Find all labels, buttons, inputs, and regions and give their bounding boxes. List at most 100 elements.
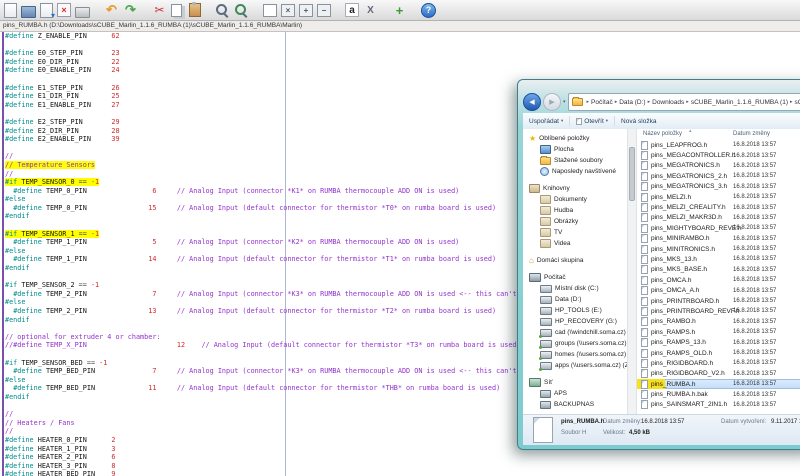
sidebar-item-dom-c-skupina[interactable]: ⌂Domácí skupina [523,255,627,266]
file-row[interactable]: pins_RAMPS_OLD.h16.8.2018 13:57 [637,348,800,358]
cut-icon[interactable]: ✂ [152,3,167,18]
file-row[interactable]: pins_OMCA.h16.8.2018 13:57 [637,275,800,285]
sidebar-item-po-ta[interactable]: Počítač [523,272,627,283]
file-row[interactable]: pins_RIGIDBOARD.h16.8.2018 13:57 [637,358,800,368]
file-name: pins_PRINTRBOARD_REVF.h [651,308,740,315]
sidebar-item-label: Knihovny [543,185,570,192]
history-dropdown-icon[interactable]: ▾ [563,99,566,105]
file-row[interactable]: pins_MEGATRONICS_3.h16.8.2018 13:57 [637,182,800,192]
back-button[interactable]: ◀ [523,93,541,111]
file-row[interactable]: pins_RUMBA.h16.8.2018 13:57 [637,379,800,389]
organize-button[interactable]: Uspořádat▾ [529,118,563,125]
undo-icon[interactable]: ↶ [104,3,119,18]
sidebar-item-homes-users-soma-cz[interactable]: homes (\\users.soma.cz) [523,349,627,360]
forward-button[interactable]: ▶ [543,93,561,111]
file-row[interactable]: pins_PRINTRBOARD.h16.8.2018 13:57 [637,296,800,306]
new-folder-button[interactable]: Nová složka [621,118,656,125]
redo-icon[interactable]: ↷ [123,3,138,18]
new-file-icon[interactable] [4,3,17,18]
breadcrumb-item[interactable]: Počítač [591,99,613,106]
file-row[interactable]: pins_MEGACONTROLLER.h16.8.2018 13:57 [637,150,800,160]
open-folder-icon[interactable] [21,6,36,18]
file-name: pins_SAINSMART_2IN1.h [651,401,727,408]
sidebar-item-obr-zky[interactable]: Obrázky [523,216,627,227]
find-files-icon[interactable] [234,3,249,18]
open-button[interactable]: Otevřít▾ [576,118,608,125]
drive-icon [540,296,552,304]
tools-icon[interactable]: X [363,3,378,18]
close-window-icon[interactable]: × [281,4,295,17]
file-date: 16.8.2018 13:57 [733,288,776,294]
file-row[interactable]: pins_RAMBO.h16.8.2018 13:57 [637,317,800,327]
sidebar-item-dokumenty[interactable]: Dokumenty [523,194,627,205]
file-row[interactable]: pins_RAMPS.h16.8.2018 13:57 [637,327,800,337]
file-date: 16.8.2018 13:57 [733,402,776,408]
sidebar-item-tv[interactable]: TV [523,227,627,238]
new-window-icon[interactable] [263,4,277,17]
file-row[interactable]: pins_RUMBA.h.bak16.8.2018 13:57 [637,389,800,399]
file-row[interactable]: pins_MINIRAMBO.h16.8.2018 13:57 [637,234,800,244]
editor-tab[interactable]: pins_RUMBA.h (D:\Downloads\sCUBE_Marlin_… [0,21,800,31]
font-icon[interactable]: a [345,3,359,17]
file-list-header: Název položky ▴ Datum změny [637,129,800,140]
file-icon-large [533,417,553,443]
file-row[interactable]: pins_RAMPS_13.h16.8.2018 13:57 [637,337,800,347]
file-icon [641,151,648,160]
sidebar-item-obl-ben-polo-ky[interactable]: ★Oblíbené položky [523,133,627,144]
sidebar-item-data-d[interactable]: Data (D:) [523,294,627,305]
file-date: 16.8.2018 13:57 [733,184,776,190]
file-row[interactable]: pins_MEGATRONICS.h16.8.2018 13:57 [637,161,800,171]
close-file-icon[interactable]: × [57,3,71,17]
file-row[interactable]: pins_MEGATRONICS_2.h16.8.2018 13:57 [637,171,800,181]
file-row[interactable]: pins_MINITRONICS.h16.8.2018 13:57 [637,244,800,254]
restore-icon[interactable]: − [317,4,331,17]
breadcrumb-item[interactable]: sCUBE_Marlin_1.1.6_RUMBA [795,99,800,106]
sidebar-scrollbar[interactable] [627,129,637,414]
file-row[interactable]: pins_PRINTRBOARD_REVF.h16.8.2018 13:57 [637,306,800,316]
breadcrumb-item[interactable]: Downloads [652,99,684,106]
copy-icon[interactable] [171,4,182,17]
sidebar-item-knihovny[interactable]: Knihovny [523,183,627,194]
sidebar-item-m-stn-disk-c[interactable]: Místní disk (C:) [523,283,627,294]
file-row[interactable]: pins_MIGHTYBOARD_REVE.h16.8.2018 13:57 [637,223,800,233]
sidebar-item-sta-en-soubory[interactable]: Stažené soubory [523,155,627,166]
sidebar-item-hudba[interactable]: Hudba [523,205,627,216]
sidebar-item-hp-tools-e[interactable]: HP_TOOLS (E:) [523,305,627,316]
created-label: Datum vytvoření: [721,419,766,425]
explorer-command-bar: Uspořádat▾ Otevřít▾ Nová složka [523,113,800,130]
sidebar-item-cad-windchill-soma-cz[interactable]: cad (\\windchill.soma.cz) [523,327,627,338]
file-row[interactable]: pins_RIGIDBOARD_V2.h16.8.2018 13:57 [637,369,800,379]
file-row[interactable]: pins_OMCA_A.h16.8.2018 13:57 [637,285,800,295]
sidebar-item-groups-users-soma-cz[interactable]: groups (\\users.soma.cz) [523,338,627,349]
file-row[interactable]: pins_MKS_BASE.h16.8.2018 13:57 [637,265,800,275]
file-row[interactable]: pins_LEAPFROG.h16.8.2018 13:57 [637,140,800,150]
sidebar-item-videa[interactable]: Videa [523,238,627,249]
sidebar-item-plocha[interactable]: Plocha [523,144,627,155]
file-row[interactable]: pins_MELZI_CREALITY.h16.8.2018 13:57 [637,202,800,212]
file-row[interactable]: pins_MKS_13.h16.8.2018 13:57 [637,254,800,264]
find-icon[interactable] [215,3,230,18]
sidebar-item-s[interactable]: Síť [523,377,627,388]
paste-icon[interactable] [189,3,201,17]
scrollbar-thumb[interactable] [629,147,635,201]
address-bar[interactable]: ▸Počítač▸Data (D:)▸Downloads▸sCUBE_Marli… [568,93,800,111]
file-icon [641,400,648,409]
file-row[interactable]: pins_MELZI_MAKR3D.h16.8.2018 13:57 [637,213,800,223]
column-header-name[interactable]: Název položky [643,131,682,137]
plugins-icon[interactable]: + [392,3,407,18]
file-row[interactable]: pins_MELZI.h16.8.2018 13:57 [637,192,800,202]
print-icon[interactable] [75,7,90,18]
file-date: 16.8.2018 13:57 [733,340,776,346]
breadcrumb-item[interactable]: Data (D:) [619,99,645,106]
sidebar-item-aps[interactable]: APS [523,388,627,399]
help-icon[interactable]: ? [421,3,436,18]
sidebar-item-naposledy-nav-t-ven[interactable]: Naposledy navštívené [523,166,627,177]
maximize-icon[interactable]: + [299,4,313,17]
sidebar-item-backupnas[interactable]: BACKUPNAS [523,399,627,410]
breadcrumb-item[interactable]: sCUBE_Marlin_1.1.6_RUMBA (1) [691,99,788,106]
file-row[interactable]: pins_SAINSMART_2IN1.h 16.8.2018 13:57 [637,400,800,410]
save-icon[interactable] [40,3,53,18]
column-header-date[interactable]: Datum změny [733,131,770,137]
sidebar-item-hp-recovery-g[interactable]: HP_RECOVERY (G:) [523,316,627,327]
sidebar-item-apps-users-soma-cz-z[interactable]: apps (\\users.soma.cz) (Z [523,360,627,371]
